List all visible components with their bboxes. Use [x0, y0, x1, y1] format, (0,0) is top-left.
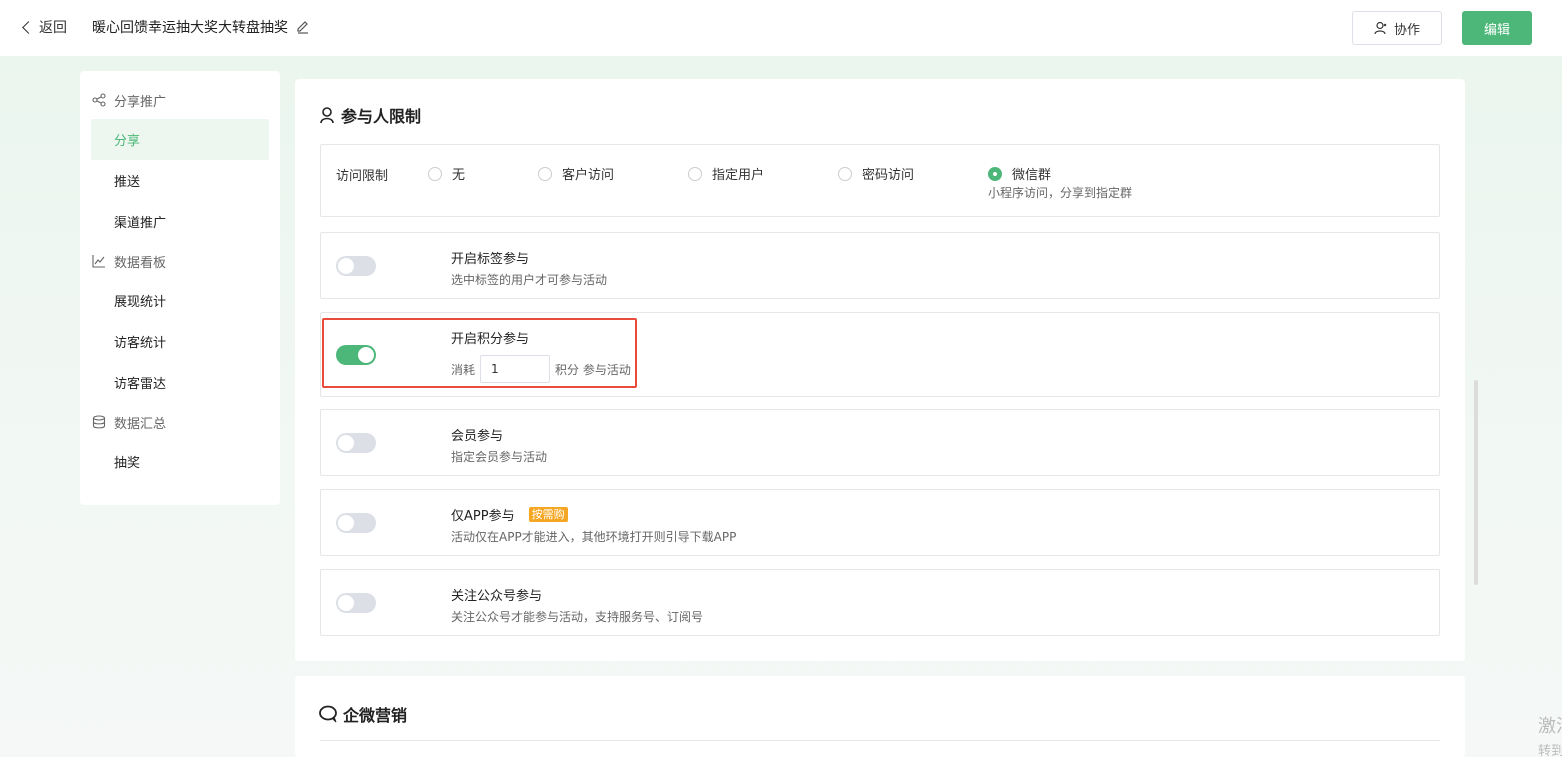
- wecom-card: 企微营销: [295, 676, 1465, 757]
- app-toggle[interactable]: [336, 513, 376, 533]
- points-toggle[interactable]: [336, 345, 376, 365]
- access-label: 访问限制: [336, 169, 389, 184]
- section-title-participant: 参与人限制: [319, 103, 421, 127]
- collaborate-label: 协作: [1393, 22, 1420, 38]
- radio-specified-user[interactable]: 指定用户: [688, 164, 764, 183]
- users-icon: [1374, 21, 1387, 35]
- sidebar-item-channel[interactable]: 渠道推广: [80, 201, 280, 242]
- sidebar-item-share[interactable]: 分享: [91, 119, 269, 160]
- edit-button[interactable]: 编辑: [1462, 11, 1532, 45]
- app-option: 仅APP参与 按需购 活动仅在APP才能进入，其他环境打开则引导下载APP: [320, 489, 1440, 556]
- pencil-icon[interactable]: [296, 20, 310, 34]
- wechat-group-desc: 小程序访问，分享到指定群: [988, 186, 1133, 200]
- scrollbar[interactable]: [1474, 380, 1478, 585]
- user-icon: [320, 107, 334, 124]
- section-title-wecom: 企微营销: [319, 702, 407, 726]
- access-limit-box: 访问限制 无 客户访问 指定用户 密码访问 微信群 小程序访问，分享到指定群: [320, 144, 1440, 217]
- top-bar: 返回 暖心回馈幸运抽大奖大转盘抽奖 协作 编辑: [0, 0, 1562, 56]
- official-account-toggle[interactable]: [336, 593, 376, 613]
- sidebar: 分享推广 分享 推送 渠道推广 数据看板 展现统计 访客统计 访客雷达 数据汇总…: [80, 71, 280, 505]
- member-toggle[interactable]: [336, 433, 376, 453]
- share-icon: [92, 93, 106, 107]
- sidebar-item-push[interactable]: 推送: [80, 160, 280, 201]
- sidebar-group-share: 分享推广: [80, 81, 280, 119]
- radio-none[interactable]: 无: [428, 164, 465, 183]
- tag-title: 开启标签参与: [451, 252, 530, 267]
- back-button[interactable]: 返回: [20, 17, 67, 37]
- back-label: 返回: [39, 20, 67, 36]
- activation-watermark: 激活 Windows 转到设置以激活 Windows。: [1538, 716, 1562, 757]
- chat-icon: [319, 705, 337, 723]
- official-account-option: 关注公众号参与 关注公众号才能参与活动，支持服务号、订阅号: [320, 569, 1440, 636]
- member-title: 会员参与: [451, 429, 504, 444]
- tag-toggle[interactable]: [336, 256, 376, 276]
- member-option: 会员参与 指定会员参与活动: [320, 409, 1440, 476]
- app-desc: 活动仅在APP才能进入，其他环境打开则引导下载APP: [451, 530, 737, 544]
- sidebar-item-radar[interactable]: 访客雷达: [80, 362, 280, 403]
- points-option: 开启积分参与 消耗 1 积分 参与活动: [320, 312, 1440, 397]
- sidebar-group-summary: 数据汇总: [80, 403, 280, 441]
- official-account-title: 关注公众号参与: [451, 589, 543, 604]
- chart-icon: [92, 255, 105, 268]
- chevron-left-icon: [22, 20, 35, 34]
- divider: [320, 740, 1440, 741]
- sidebar-item-exposure[interactable]: 展现统计: [80, 280, 280, 321]
- database-icon: [92, 415, 106, 429]
- page-title-text: 暖心回馈幸运抽大奖大转盘抽奖: [92, 20, 288, 36]
- sidebar-item-lottery[interactable]: 抽奖: [80, 441, 280, 482]
- sidebar-item-visitor[interactable]: 访客统计: [80, 321, 280, 362]
- points-title: 开启积分参与: [451, 332, 530, 347]
- tag-desc: 选中标签的用户才可参与活动: [451, 273, 608, 287]
- radio-wechat-group[interactable]: 微信群: [988, 164, 1051, 183]
- member-desc: 指定会员参与活动: [451, 450, 548, 464]
- collaborate-button[interactable]: 协作: [1352, 11, 1442, 45]
- sidebar-group-dashboard: 数据看板: [80, 242, 280, 280]
- app-title: 仅APP参与 按需购: [451, 505, 568, 524]
- on-demand-badge: 按需购: [528, 507, 568, 522]
- radio-password[interactable]: 密码访问: [838, 164, 914, 183]
- official-account-desc: 关注公众号才能参与活动，支持服务号、订阅号: [451, 610, 704, 624]
- points-row: 消耗 1 积分 参与活动: [451, 355, 631, 383]
- participant-card: 参与人限制 访问限制 无 客户访问 指定用户 密码访问 微信群 小程序访问，分享…: [295, 79, 1465, 661]
- points-input[interactable]: 1: [480, 355, 551, 383]
- tag-option: 开启标签参与 选中标签的用户才可参与活动: [320, 232, 1440, 299]
- radio-customer[interactable]: 客户访问: [538, 164, 614, 183]
- page-title: 暖心回馈幸运抽大奖大转盘抽奖: [92, 17, 310, 37]
